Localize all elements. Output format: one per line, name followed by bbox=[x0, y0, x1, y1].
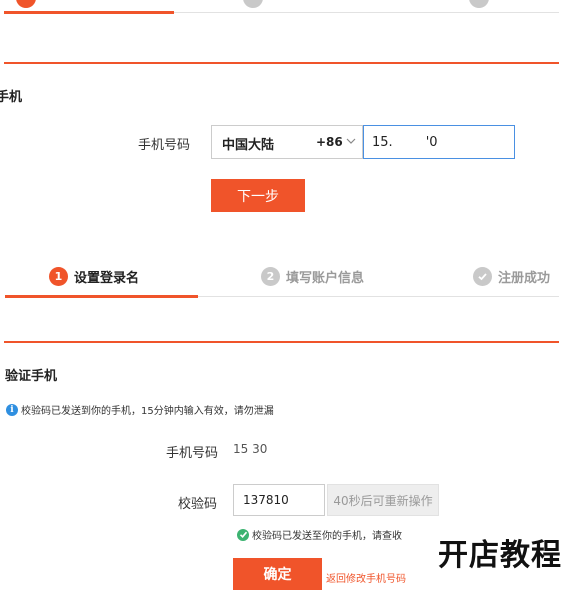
top-step-dot-1 bbox=[16, 0, 36, 8]
country-code: +86 bbox=[316, 135, 343, 149]
check-circle-icon bbox=[473, 267, 492, 286]
watermark-text: 开店教程 bbox=[438, 538, 562, 573]
step-number-badge: 1 bbox=[49, 267, 68, 286]
sms-notice-text: 校验码已发送到你的手机，15分钟内输入有效，请勿泄漏 bbox=[21, 406, 274, 417]
region-select[interactable]: 中国大陆 +86 bbox=[211, 125, 363, 159]
step-label: 填写账户信息 bbox=[286, 271, 365, 286]
code-label: 校验码 bbox=[178, 497, 218, 512]
info-icon: i bbox=[6, 403, 18, 416]
section-divider-verify bbox=[4, 341, 559, 343]
confirm-button[interactable]: 确定 bbox=[233, 558, 322, 590]
section-divider-top bbox=[4, 62, 559, 64]
step-register-success: 注册成功 bbox=[473, 267, 550, 286]
verify-phone-label: 手机号码 bbox=[166, 446, 219, 461]
chevron-down-icon bbox=[346, 138, 356, 144]
section-title-verify: 验证手机 bbox=[5, 369, 58, 384]
section-title-phone: 手机 bbox=[0, 90, 23, 105]
region-name: 中国大陆 bbox=[222, 138, 275, 153]
step-active-underline bbox=[5, 295, 198, 298]
code-sent-tip: 校验码已发送至你的手机，请查收 bbox=[237, 527, 402, 542]
step-label: 注册成功 bbox=[498, 271, 551, 286]
sms-notice: i 校验码已发送到你的手机，15分钟内输入有效，请勿泄漏 bbox=[6, 402, 274, 417]
step-set-login-name: 1 设置登录名 bbox=[49, 267, 139, 286]
top-step-dot-2 bbox=[243, 0, 263, 8]
top-step-active-underline bbox=[4, 11, 174, 14]
step-fill-account-info: 2 填写账户信息 bbox=[261, 267, 364, 286]
step-number-badge: 2 bbox=[261, 267, 280, 286]
resend-code-button[interactable]: 40秒后可重新操作 bbox=[327, 484, 439, 516]
top-step-dot-3 bbox=[469, 0, 489, 8]
next-step-button[interactable]: 下一步 bbox=[211, 179, 305, 212]
top-step-divider bbox=[174, 12, 559, 13]
check-circle-icon bbox=[237, 528, 249, 541]
verification-code-input[interactable] bbox=[233, 484, 325, 516]
back-edit-phone-link[interactable]: 返回修改手机号码 bbox=[326, 570, 406, 585]
code-sent-tip-text: 校验码已发送至你的手机，请查收 bbox=[252, 531, 402, 542]
phone-label: 手机号码 bbox=[138, 138, 191, 153]
step-label: 设置登录名 bbox=[74, 271, 140, 286]
step-bar-divider bbox=[198, 296, 559, 297]
phone-number-input[interactable] bbox=[363, 125, 515, 159]
masked-phone-number: 15 30 bbox=[233, 442, 268, 456]
